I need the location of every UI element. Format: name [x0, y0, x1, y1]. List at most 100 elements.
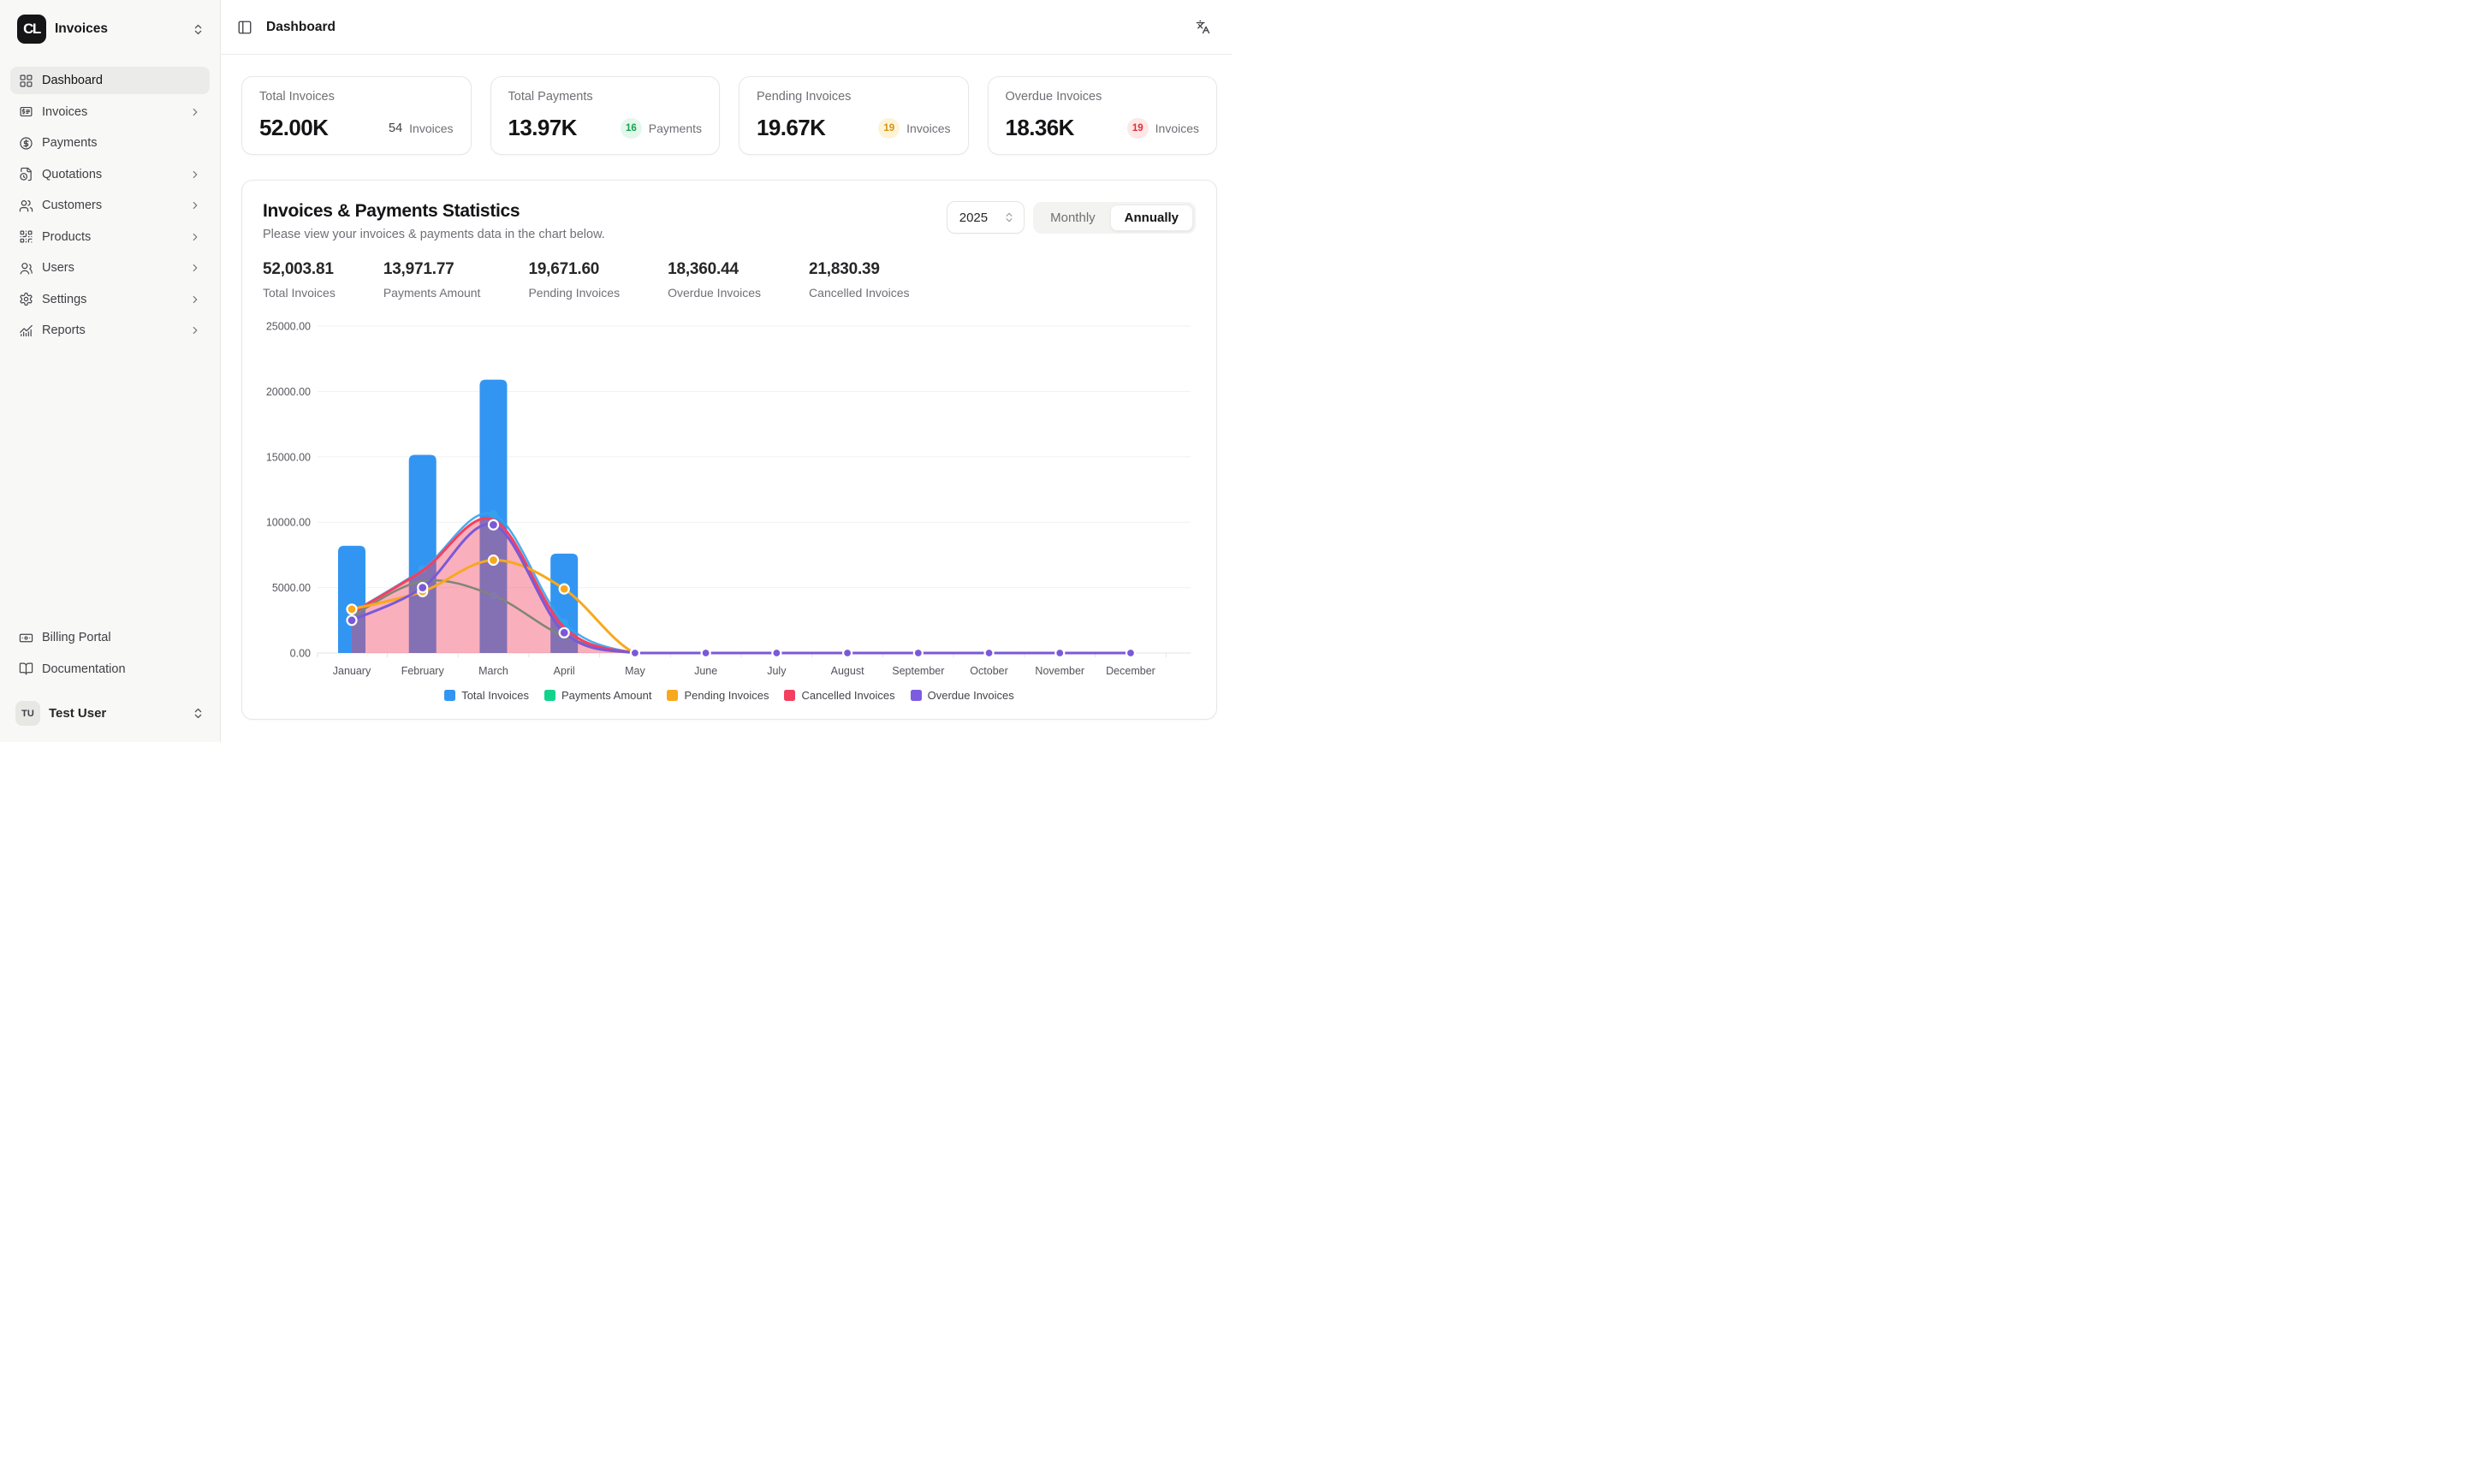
workspace-title: Invoices [55, 21, 183, 37]
sidebar-item-invoices[interactable]: Invoices [10, 98, 210, 126]
svg-text:5000.00: 5000.00 [272, 582, 311, 594]
sidebar-footer: Billing Portal Documentation [10, 624, 210, 686]
stat-card-badge: 16 [621, 118, 642, 139]
app-root: CL Invoices Dashboard Invoices Payments Quo… [0, 0, 1232, 742]
chart-stat-value: 19,671.60 [528, 260, 620, 279]
stat-card-bottom: 52.00K 54 Invoices [259, 115, 454, 141]
stat-card-label: Pending Invoices [757, 90, 951, 104]
legend-item-total-invoices[interactable]: Total Invoices [444, 689, 529, 702]
svg-text:February: February [401, 665, 445, 677]
legend-swatch [911, 690, 922, 701]
chevron-right-icon [189, 294, 201, 306]
year-select[interactable]: 2025 [947, 201, 1025, 234]
sidebar-item-billing-portal[interactable]: Billing Portal [10, 624, 210, 651]
legend-label: Pending Invoices [684, 689, 769, 702]
sidebar-item-documentation[interactable]: Documentation [10, 656, 210, 683]
svg-text:May: May [625, 665, 645, 677]
svg-text:January: January [333, 665, 371, 677]
chart-header: Invoices & Payments Statistics Please vi… [263, 201, 1196, 241]
sidebar: CL Invoices Dashboard Invoices Payments Quo… [0, 0, 221, 742]
chart-stat-total-invoices: 52,003.81 Total Invoices [263, 260, 336, 300]
chart-stat-label: Pending Invoices [528, 286, 620, 300]
stat-card-value: 19.67K [757, 115, 825, 141]
sidebar-item-label: Payments [42, 136, 97, 150]
svg-text:20000.00: 20000.00 [266, 386, 311, 398]
legend-item-cancelled-invoices[interactable]: Cancelled Invoices [784, 689, 894, 702]
avatar: TU [15, 701, 40, 726]
chart-area: 25000.00 20000.00 15000.00 10000.00 5000.00 0… [263, 303, 1196, 709]
svg-text:November: November [1035, 665, 1084, 677]
chevron-right-icon [189, 199, 201, 211]
stat-card-meta: 16 Payments [621, 118, 702, 139]
chevron-right-icon [189, 262, 201, 274]
toggle-option-monthly[interactable]: Monthly [1036, 205, 1110, 231]
invoice-icon [19, 104, 33, 119]
language-button[interactable] [1192, 16, 1214, 38]
stat-card-meta: 19 Invoices [1127, 118, 1199, 139]
sidebar-item-settings[interactable]: Settings [10, 286, 210, 313]
sidebar-item-label: Settings [42, 293, 86, 306]
users-round-icon [19, 261, 33, 276]
chart-subtitle: Please view your invoices & payments dat… [263, 228, 605, 241]
stat-card-meta: 54 Invoices [389, 118, 454, 139]
sidebar-item-users[interactable]: Users [10, 254, 210, 282]
stat-cards-row: Total Invoices 52.00K 54 Invoices Total … [241, 76, 1217, 155]
chart-stat-label: Total Invoices [263, 286, 336, 300]
stat-card-value: 52.00K [259, 115, 328, 141]
svg-text:September: September [892, 665, 944, 677]
svg-text:10000.00: 10000.00 [266, 517, 311, 529]
chart-title: Invoices & Payments Statistics [263, 201, 605, 222]
chevron-right-icon [189, 106, 201, 118]
stat-card-pending-invoices: Pending Invoices 19.67K 19 Invoices [739, 76, 969, 155]
users-icon [19, 199, 33, 213]
chevrons-up-down-icon [1003, 211, 1015, 223]
legend-label: Overdue Invoices [928, 689, 1014, 702]
page-title: Dashboard [266, 20, 1182, 35]
chevrons-up-down-icon [192, 23, 205, 36]
stat-card-unit: Invoices [409, 122, 453, 135]
chart-stat-payments-amount: 13,971.77 Payments Amount [383, 260, 481, 300]
legend-swatch [784, 690, 795, 701]
stat-card-total-invoices: Total Invoices 52.00K 54 Invoices [241, 76, 472, 155]
legend-item-overdue-invoices[interactable]: Overdue Invoices [911, 689, 1014, 702]
legend-item-payments-amount[interactable]: Payments Amount [544, 689, 652, 702]
sidebar-toggle-button[interactable] [234, 16, 256, 39]
svg-text:March: March [478, 665, 508, 677]
chart-stat-label: Overdue Invoices [668, 286, 761, 300]
chart-stat-value: 21,830.39 [809, 260, 910, 279]
user-name: Test User [49, 706, 183, 721]
legend-label: Payments Amount [561, 689, 652, 702]
sidebar-item-reports[interactable]: Reports [10, 317, 210, 344]
svg-text:15000.00: 15000.00 [266, 451, 311, 463]
sidebar-item-dashboard[interactable]: Dashboard [10, 67, 210, 94]
svg-text:0.00: 0.00 [290, 648, 311, 660]
chart-stat-value: 13,971.77 [383, 260, 481, 279]
toggle-option-annually[interactable]: Annually [1110, 205, 1193, 231]
main-area: Dashboard Total Invoices 52.00K 54 Invoi… [221, 0, 1232, 742]
qr-code-icon [19, 229, 33, 244]
sidebar-item-payments[interactable]: Payments [10, 129, 210, 157]
book-open-icon [19, 662, 33, 676]
statistics-card: Invoices & Payments Statistics Please vi… [241, 180, 1217, 720]
sidebar-item-products[interactable]: Products [10, 223, 210, 251]
stat-card-bottom: 13.97K 16 Payments [508, 115, 703, 141]
stat-card-value: 18.36K [1006, 115, 1074, 141]
legend-label: Cancelled Invoices [801, 689, 894, 702]
svg-text:October: October [970, 665, 1007, 677]
banknote-icon [19, 631, 33, 645]
workspace-switcher[interactable]: CL Invoices [10, 9, 210, 50]
layout-grid-icon [19, 74, 33, 88]
legend-item-pending-invoices[interactable]: Pending Invoices [667, 689, 769, 702]
sidebar-item-label: Quotations [42, 168, 102, 181]
stat-card-meta: 19 Invoices [878, 118, 950, 139]
sidebar-nav: Dashboard Invoices Payments Quotations Custo… [10, 67, 210, 348]
sidebar-item-label: Documentation [42, 662, 126, 676]
content: Total Invoices 52.00K 54 Invoices Total … [221, 55, 1232, 742]
chart-stat-pending-invoices: 19,671.60 Pending Invoices [528, 260, 620, 300]
user-menu[interactable]: TU Test User [10, 697, 210, 730]
sidebar-item-quotations[interactable]: Quotations [10, 161, 210, 188]
sidebar-item-customers[interactable]: Customers [10, 192, 210, 219]
svg-text:25000.00: 25000.00 [266, 321, 311, 333]
svg-text:June: June [694, 665, 717, 677]
chart-stat-value: 18,360.44 [668, 260, 761, 279]
